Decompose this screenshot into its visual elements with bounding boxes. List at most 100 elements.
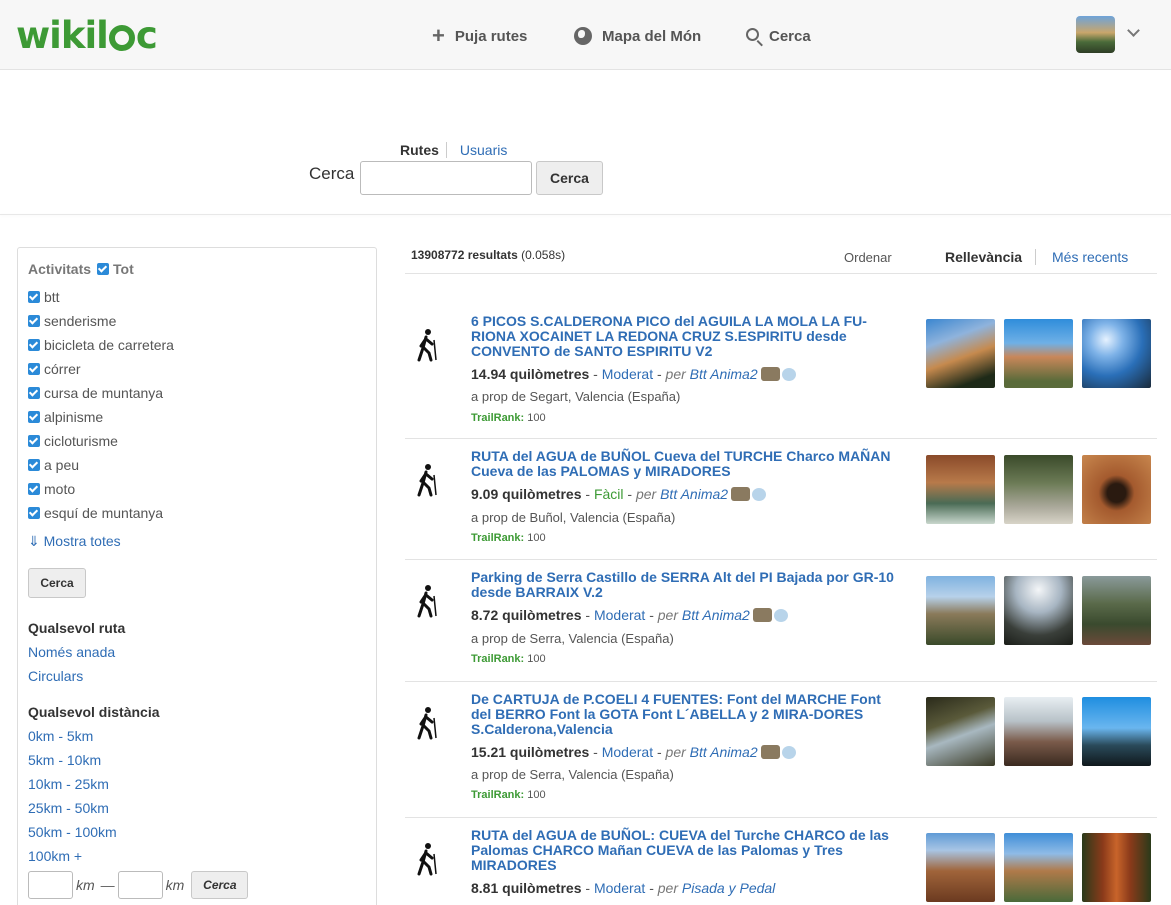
search-input[interactable] <box>360 161 532 195</box>
result-distance: 9.09 quilòmetres <box>471 486 582 502</box>
result-per: per <box>665 744 686 760</box>
filter-search-button[interactable]: Cerca <box>28 568 86 598</box>
distance-option[interactable]: 100km + <box>28 848 82 864</box>
result-per: per <box>657 607 678 623</box>
result-photo[interactable] <box>1004 697 1073 766</box>
result-author-link[interactable]: Btt Anima2 <box>690 744 758 760</box>
result-author-link[interactable]: Pisada y Pedal <box>682 880 775 896</box>
result-title-link[interactable]: RUTA del AGUA de BUÑOL: CUEVA del Turche… <box>471 828 896 873</box>
search-tabs: Rutes Usuaris <box>400 142 507 158</box>
min-km-input[interactable] <box>28 871 73 899</box>
result-author-link[interactable]: Btt Anima2 <box>682 607 750 623</box>
checkbox-icon[interactable] <box>28 387 40 399</box>
result-author-link[interactable]: Btt Anima2 <box>690 366 758 382</box>
distance-option[interactable]: 50km - 100km <box>28 824 117 840</box>
results-count-value: 13908772 resultats <box>411 248 518 262</box>
checkbox-icon[interactable] <box>28 459 40 471</box>
activity-item[interactable]: esquí de muntanya <box>28 501 174 525</box>
checkbox-icon[interactable] <box>28 339 40 351</box>
result-per: per <box>657 880 678 896</box>
checkbox-icon[interactable] <box>28 291 40 303</box>
distance-search-button[interactable]: Cerca <box>191 871 249 899</box>
tab-routes[interactable]: Rutes <box>400 142 447 158</box>
wikiloc-logo[interactable]: wikil c <box>16 14 158 58</box>
activity-item[interactable]: btt <box>28 285 174 309</box>
nav-world-map[interactable]: Mapa del Món <box>574 24 701 48</box>
trailrank-label: TrailRank: <box>471 789 525 801</box>
chevron-down-icon[interactable] <box>1127 24 1140 37</box>
nav-upload-routes[interactable]: + Puja rutes <box>432 24 527 48</box>
result-photo[interactable] <box>1004 576 1073 645</box>
activity-item[interactable]: senderisme <box>28 309 174 333</box>
results-time: (0.058s) <box>521 248 566 262</box>
checkbox-icon[interactable] <box>28 507 40 519</box>
nav-search[interactable]: Cerca <box>746 24 811 48</box>
distance-option[interactable]: 25km - 50km <box>28 800 109 816</box>
badge-icon <box>752 488 767 501</box>
result-title-link[interactable]: De CARTUJA de P.COELI 4 FUENTES: Font de… <box>471 692 896 737</box>
checkbox-icon[interactable] <box>28 411 40 423</box>
result-item: RUTA del AGUA de BUÑOL Cueva del TURCHE … <box>405 439 1157 560</box>
checkbox-icon[interactable] <box>28 363 40 375</box>
checkbox-icon[interactable] <box>28 315 40 327</box>
trailrank-value: 100 <box>527 412 546 424</box>
nav-map-label: Mapa del Món <box>602 27 702 45</box>
result-title-link[interactable]: RUTA del AGUA de BUÑOL Cueva del TURCHE … <box>471 449 896 479</box>
result-title-link[interactable]: Parking de Serra Castillo de SERRA Alt d… <box>471 570 896 600</box>
result-location: a prop de Serra, Valencia (España) <box>471 631 674 646</box>
tab-users[interactable]: Usuaris <box>447 142 507 158</box>
search-icon <box>746 27 759 41</box>
activity-item[interactable]: cursa de muntanya <box>28 381 174 405</box>
result-photo[interactable] <box>1082 455 1151 524</box>
result-photo[interactable] <box>1004 455 1073 524</box>
max-km-input[interactable] <box>117 871 163 899</box>
result-photo[interactable] <box>1082 319 1151 388</box>
distance-option[interactable]: 10km - 25km <box>28 776 109 792</box>
result-distance: 8.72 quilòmetres <box>471 607 582 623</box>
activity-item[interactable]: alpinisme <box>28 405 174 429</box>
distance-option[interactable]: 5km - 10km <box>28 752 101 768</box>
activity-item[interactable]: cicloturisme <box>28 429 174 453</box>
checkbox-icon[interactable] <box>28 435 40 447</box>
result-author-link[interactable]: Btt Anima2 <box>660 486 728 502</box>
plus-icon: + <box>432 23 445 48</box>
result-meta: 8.72 quilòmetres - Moderat - per Btt Ani… <box>471 607 788 623</box>
result-photo[interactable] <box>1082 833 1151 902</box>
activities-header: Activitats Tot <box>28 261 134 277</box>
route-type-circular[interactable]: Circulars <box>28 668 83 684</box>
all-label: Tot <box>113 261 134 277</box>
distance-option[interactable]: 0km - 5km <box>28 728 93 744</box>
activity-item[interactable]: moto <box>28 477 174 501</box>
trailrank-value: 100 <box>527 653 546 665</box>
result-item: 6 PICOS S.CALDERONA PICO del AGUILA LA M… <box>405 298 1157 439</box>
checkbox-all[interactable] <box>97 263 110 275</box>
show-all-link[interactable]: ⇓ Mostra totes <box>28 533 121 550</box>
sort-recent[interactable]: Més recents <box>1052 249 1128 265</box>
result-photo[interactable] <box>1082 697 1151 766</box>
result-photo[interactable] <box>1004 319 1073 388</box>
result-meta: 8.81 quilòmetres - Moderat - per Pisada … <box>471 880 776 896</box>
result-photo[interactable] <box>926 833 995 902</box>
search-button[interactable]: Cerca <box>536 161 603 195</box>
result-title-link[interactable]: 6 PICOS S.CALDERONA PICO del AGUILA LA M… <box>471 314 896 359</box>
sort-relevance[interactable]: Rellevància <box>945 249 1037 265</box>
avatar[interactable] <box>1076 16 1115 53</box>
route-type-oneway[interactable]: Només anada <box>28 644 115 660</box>
activity-item[interactable]: a peu <box>28 453 174 477</box>
result-photo[interactable] <box>1082 576 1151 645</box>
trailrank-label: TrailRank: <box>471 412 525 424</box>
result-photo[interactable] <box>926 576 995 645</box>
km-dash: — <box>100 877 115 893</box>
result-photo[interactable] <box>1004 833 1073 902</box>
result-photo[interactable] <box>926 697 995 766</box>
trailrank-label: TrailRank: <box>471 532 525 544</box>
activity-item[interactable]: bicicleta de carretera <box>28 333 174 357</box>
result-photo[interactable] <box>926 455 995 524</box>
result-difficulty: Moderat <box>601 744 654 760</box>
activity-item[interactable]: córrer <box>28 357 174 381</box>
result-distance: 14.94 quilòmetres <box>471 366 590 382</box>
divider <box>0 214 1171 215</box>
distance-title: Qualsevol distància <box>28 704 160 720</box>
result-photo[interactable] <box>926 319 995 388</box>
checkbox-icon[interactable] <box>28 483 40 495</box>
